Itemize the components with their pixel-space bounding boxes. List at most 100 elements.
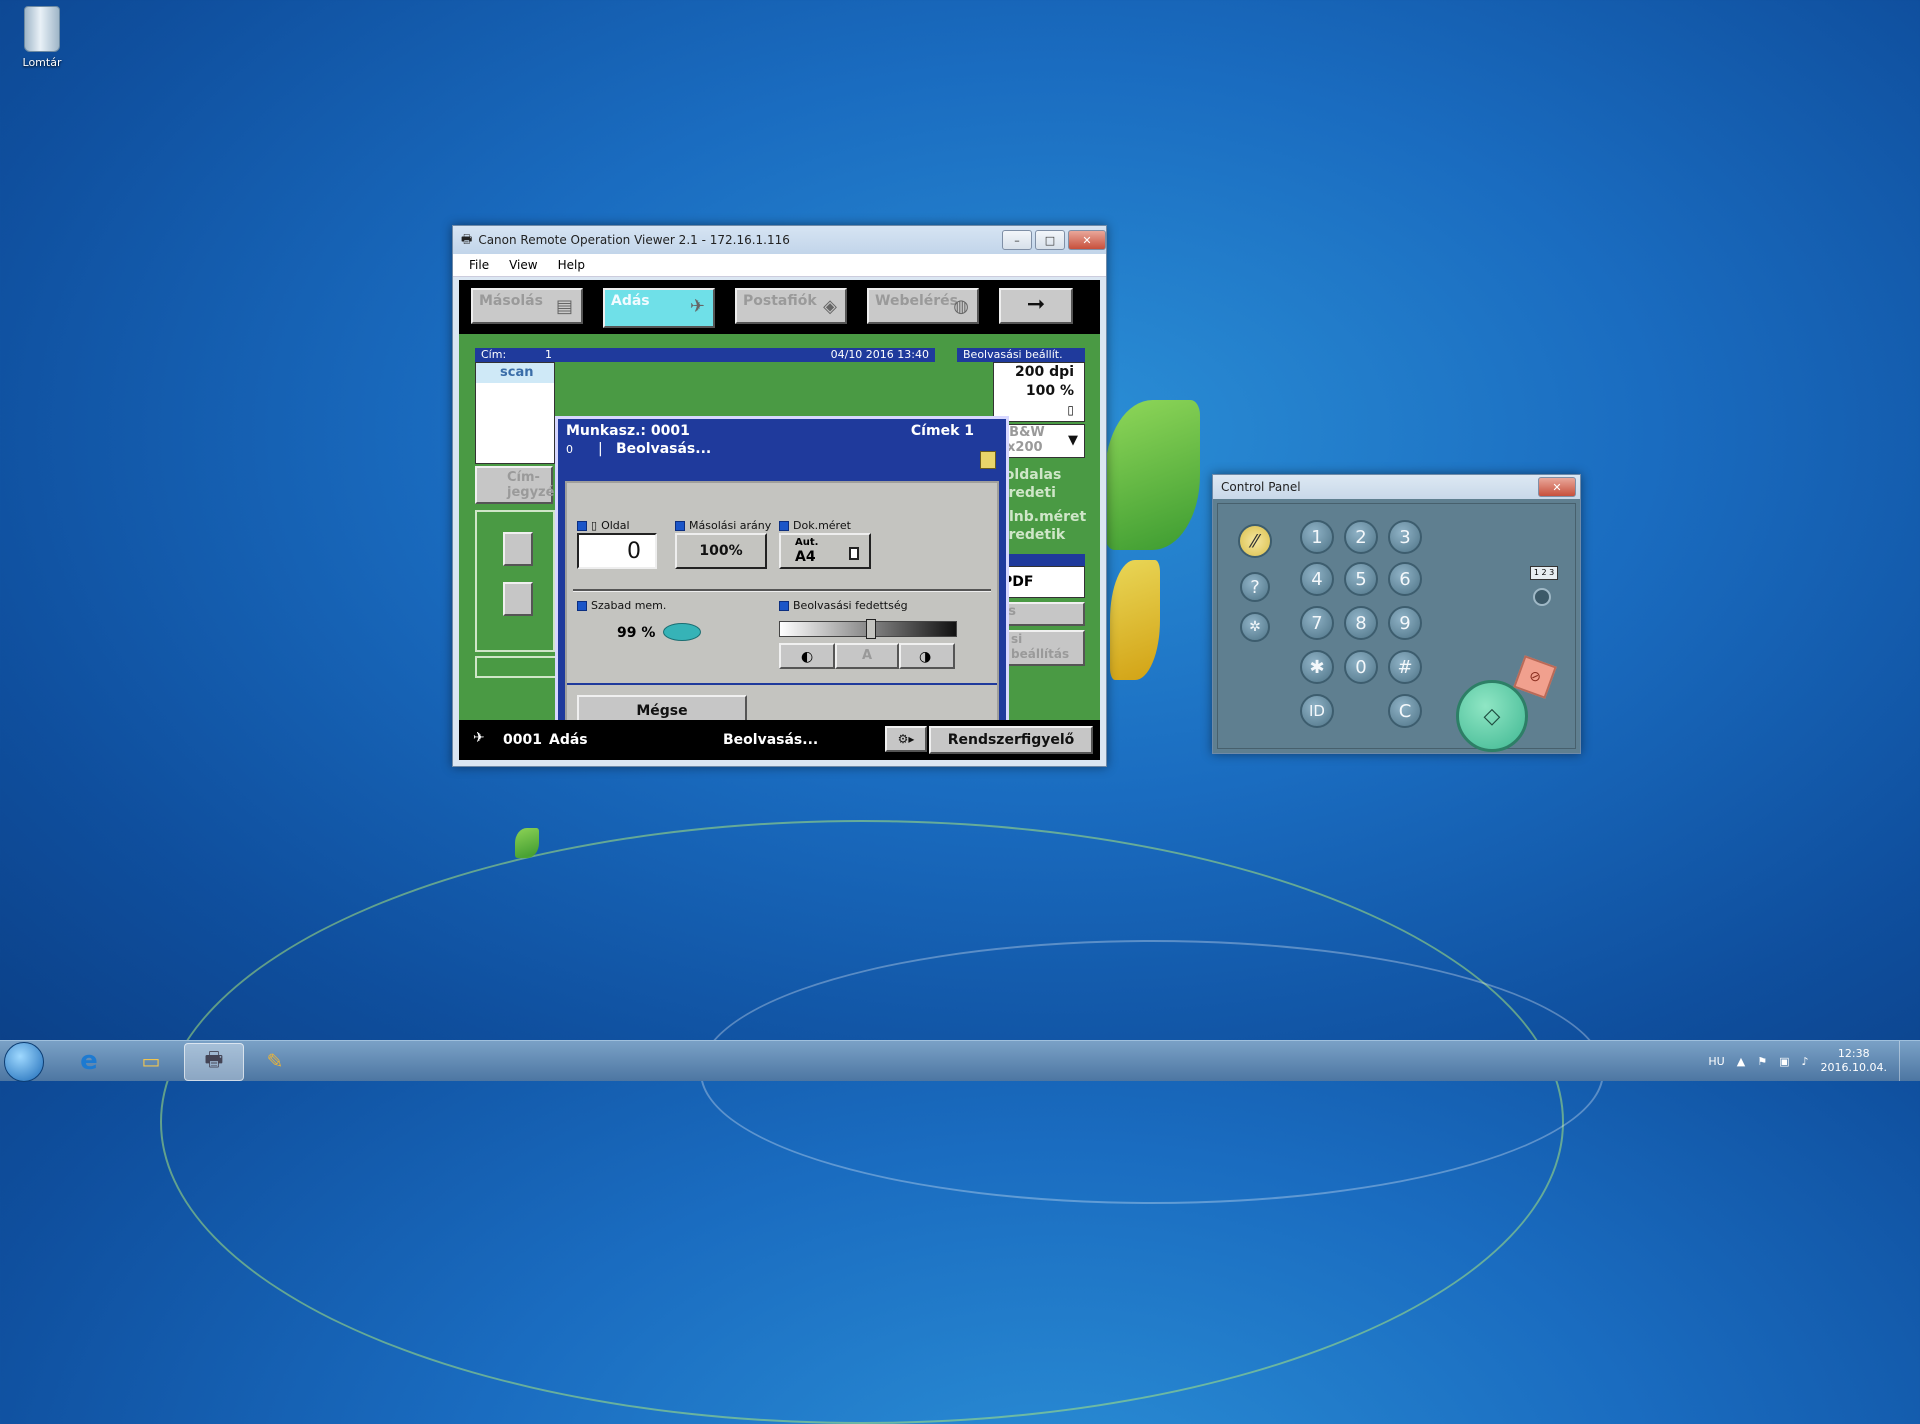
key-0[interactable]: 0 — [1344, 650, 1378, 684]
close-button[interactable]: ✕ — [1068, 230, 1106, 250]
internet-explorer-icon[interactable]: e — [60, 1043, 118, 1079]
status-job: 0001 — [503, 732, 542, 748]
docsize-value: A4 — [795, 549, 816, 565]
key-9[interactable]: 9 — [1388, 606, 1422, 640]
address-header: Cím: 1 04/10 2016 13:40 — [475, 348, 935, 362]
key-id[interactable]: ID — [1300, 694, 1334, 728]
chevron-up-icon[interactable]: ▲ — [1737, 1055, 1745, 1068]
header-page-counter: 0 — [566, 443, 573, 456]
key-7[interactable]: 7 — [1300, 606, 1334, 640]
scan-settings-box[interactable]: 200 dpi 100 % ▯ — [993, 362, 1085, 422]
menu-file[interactable]: File — [459, 258, 499, 272]
stop-icon: ⊘ — [1526, 667, 1544, 687]
copy-icon: ▤ — [555, 296, 573, 317]
dialog-panel: ▯ Oldal 0 Másolási arány 100% Dok.méret A… — [565, 481, 999, 741]
start-icon: ◇ — [1483, 703, 1501, 729]
key-clear[interactable]: C — [1388, 694, 1422, 728]
page-icon: ▯ — [591, 519, 598, 532]
mixed-label-2: eredetik — [999, 527, 1066, 543]
key-8[interactable]: 8 — [1344, 606, 1378, 640]
control-panel-title: Control Panel — [1221, 480, 1301, 494]
docsize-box: Aut. A4 — [779, 533, 871, 569]
maximize-button[interactable]: □ — [1035, 230, 1065, 250]
tab-copy[interactable]: Másolás ▤ — [471, 288, 583, 324]
menu-view[interactable]: View — [499, 258, 547, 272]
help-button[interactable]: ? — [1240, 572, 1270, 602]
settings-icon: ⚙▸ — [897, 732, 915, 746]
tab-mailbox[interactable]: Postafiók ◈ — [735, 288, 847, 324]
wallpaper-leaf — [1110, 560, 1160, 680]
address-count-label: Címek 1 — [910, 423, 974, 439]
ratio-label: Másolási arány — [675, 519, 771, 532]
status-options-button[interactable]: ⚙▸ — [885, 726, 927, 752]
address-label: Cím: — [481, 348, 507, 361]
counter-check-button[interactable]: 1 2 3 — [1530, 566, 1558, 580]
paint-icon[interactable]: ✎ — [246, 1043, 304, 1079]
next-arrow-button[interactable]: ➞ — [999, 288, 1073, 324]
half-circle-left-icon: ◐ — [801, 649, 814, 665]
arrow-right-icon: ➞ — [1026, 292, 1046, 317]
portrait-icon — [849, 547, 859, 560]
key-4[interactable]: 4 — [1300, 562, 1334, 596]
density-slider[interactable] — [779, 619, 957, 639]
control-panel-titlebar[interactable]: Control Panel ✕ — [1213, 475, 1580, 499]
window-titlebar[interactable]: 🖶 Canon Remote Operation Viewer 2.1 - 17… — [453, 226, 1106, 254]
option-button[interactable] — [503, 582, 533, 616]
settings-button[interactable]: ✲ — [1240, 612, 1270, 642]
scanning-dialog: Munkasz.: 0001 Címek 1 0 | Beolvasás... … — [555, 416, 1009, 746]
key-3[interactable]: 3 — [1388, 520, 1422, 554]
start-menu-button[interactable] — [4, 1042, 44, 1082]
network-icon[interactable]: ▣ — [1779, 1055, 1789, 1068]
language-indicator[interactable]: HU — [1708, 1055, 1724, 1068]
reset-button[interactable]: ⁄⁄ — [1238, 524, 1272, 558]
key-5[interactable]: 5 — [1344, 562, 1378, 596]
scan-settings-header: Beolvasási beállít. — [957, 348, 1085, 362]
key-2[interactable]: 2 — [1344, 520, 1378, 554]
density-label-text: Beolvasási fedettség — [793, 599, 908, 612]
energy-indicator — [1533, 588, 1551, 606]
slider-handle[interactable] — [866, 619, 876, 639]
key-1[interactable]: 1 — [1300, 520, 1334, 554]
show-desktop-button[interactable] — [1899, 1041, 1910, 1081]
tab-send[interactable]: Adás ✈ — [603, 288, 715, 328]
minimize-button[interactable]: – — [1002, 230, 1032, 250]
file-explorer-icon[interactable]: ▭ — [122, 1043, 180, 1079]
canon-viewer-taskbar-icon[interactable]: 🖶 — [184, 1043, 244, 1081]
flag-icon[interactable]: ⚑ — [1757, 1055, 1767, 1068]
option-button[interactable] — [503, 532, 533, 566]
bullet-icon — [577, 520, 587, 531]
address-list[interactable]: scan — [475, 362, 555, 464]
free-mem-label: Szabad mem. — [577, 599, 666, 612]
menu-help[interactable]: Help — [548, 258, 595, 272]
taskbar: e ▭ 🖶 ✎ HU ▲ ⚑ ▣ ♪ 12:38 2016.10.04. — [0, 1040, 1920, 1082]
wallpaper-leaf — [1105, 400, 1200, 550]
recycle-bin-icon[interactable]: Lomtár — [14, 6, 70, 69]
clock[interactable]: 12:38 2016.10.04. — [1821, 1047, 1887, 1075]
ratio-label-text: Másolási arány — [689, 519, 772, 532]
mixed-size-option[interactable]: ülnb.méret eredetik — [999, 508, 1086, 544]
density-auto-button[interactable]: A — [835, 643, 899, 669]
bullet-icon — [577, 600, 587, 611]
system-monitor-button[interactable]: Rendszerfigyelő — [929, 726, 1093, 754]
density-lighter-button[interactable]: ◐ — [779, 643, 835, 669]
start-button[interactable]: ◇ — [1456, 680, 1528, 752]
tab-web-access[interactable]: Webelérés ◍ — [867, 288, 979, 324]
memory-pie-icon — [663, 623, 701, 641]
density-auto-label: A — [861, 648, 873, 663]
cancel-label: Mégse — [636, 703, 688, 719]
volume-icon[interactable]: ♪ — [1801, 1055, 1808, 1068]
docsize-label-text: Dok.méret — [793, 519, 851, 532]
key-hash[interactable]: # — [1388, 650, 1422, 684]
address-book-button[interactable]: Cím- jegyzé — [475, 466, 554, 504]
tab-send-label: Adás — [611, 293, 650, 309]
canon-viewer-window: 🖶 Canon Remote Operation Viewer 2.1 - 17… — [452, 225, 1107, 767]
density-darker-button[interactable]: ◑ — [899, 643, 955, 669]
key-6[interactable]: 6 — [1388, 562, 1422, 596]
address-datetime: 04/10 2016 13:40 — [830, 348, 929, 361]
close-button[interactable]: ✕ — [1538, 477, 1576, 497]
system-monitor-label: Rendszerfigyelő — [947, 732, 1075, 748]
bullet-icon — [675, 520, 685, 531]
address-row[interactable]: scan — [476, 363, 554, 383]
key-star[interactable]: ✱ — [1300, 650, 1334, 684]
wallpaper-leaf — [515, 828, 539, 858]
